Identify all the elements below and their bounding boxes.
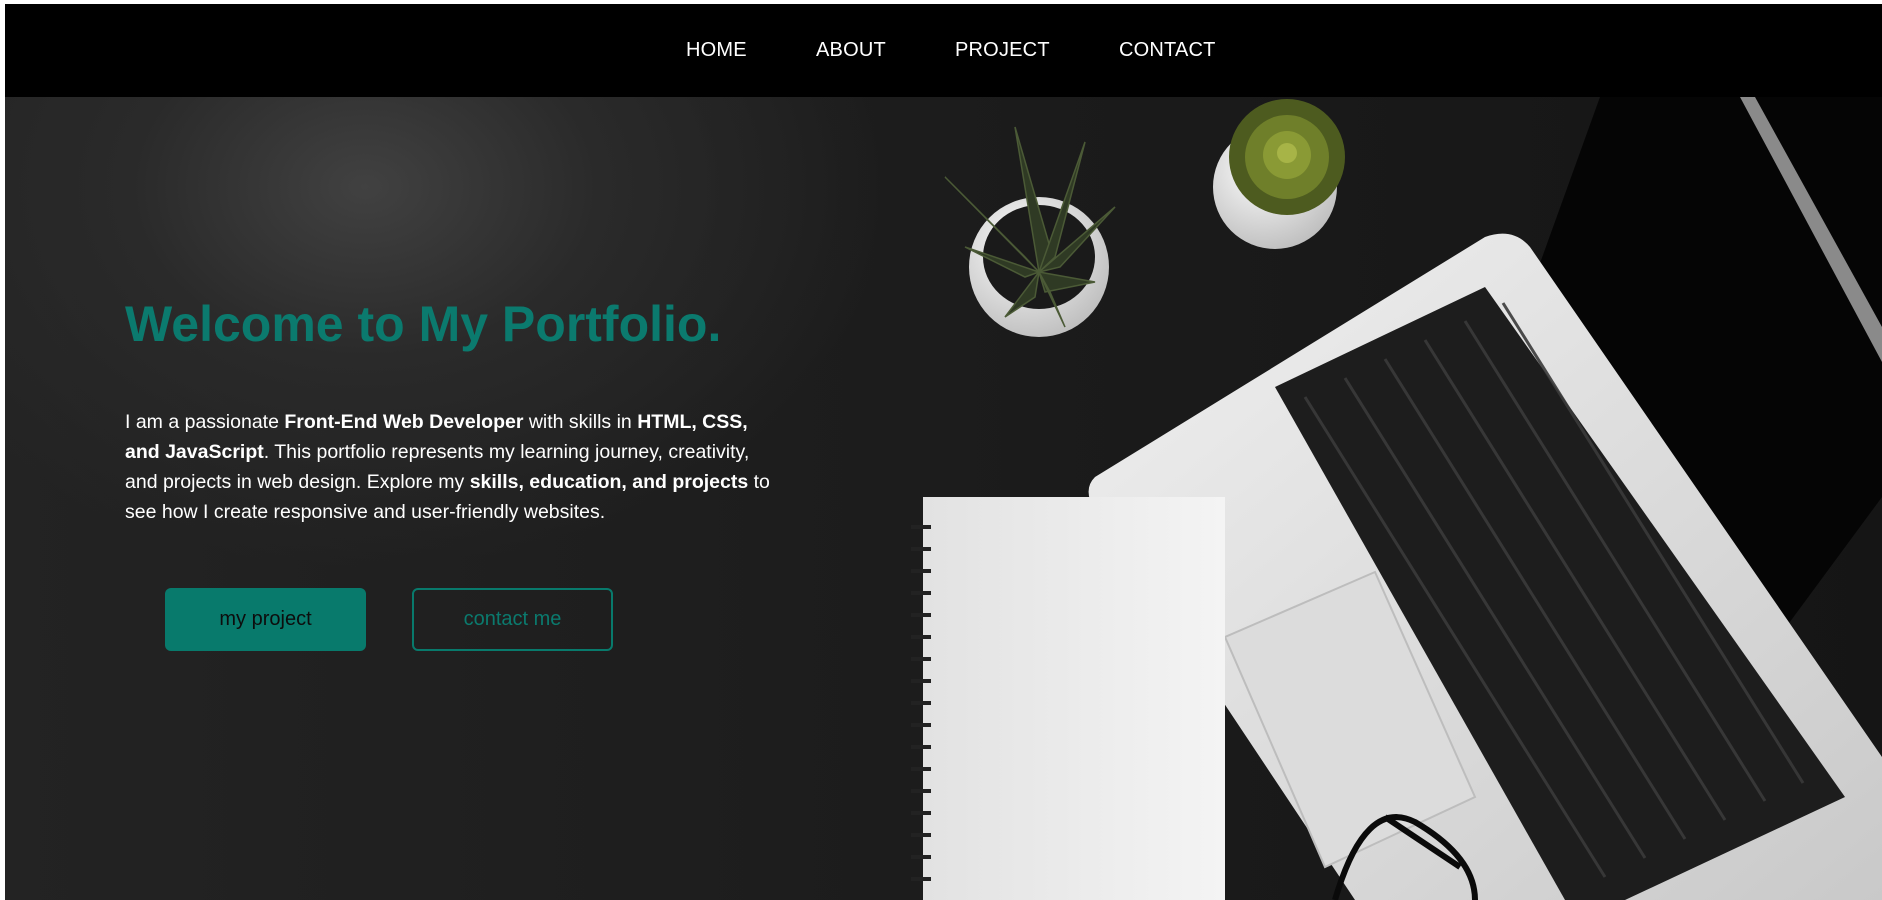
nav-contact-link[interactable]: CONTACT (1119, 39, 1216, 62)
intro-text-1: I am a passionate (125, 411, 285, 433)
hero-intro-text: I am a passionate Front-End Web Develope… (125, 407, 785, 527)
succulent-plant-icon (1213, 99, 1345, 249)
nav-project-link[interactable]: PROJECT (955, 39, 1050, 62)
hero-section: Welcome to My Portfolio. I am a passiona… (5, 97, 1882, 900)
contact-me-button[interactable]: contact me (412, 588, 613, 651)
intro-text-2: with skills in (523, 411, 638, 433)
hero-title: Welcome to My Portfolio. (125, 296, 722, 352)
my-project-button[interactable]: my project (165, 588, 366, 651)
nav-home-link[interactable]: HOME (686, 39, 747, 62)
notebook-icon (911, 497, 1225, 900)
top-navbar: HOME ABOUT PROJECT CONTACT (5, 4, 1882, 97)
succulent-plant-icon (944, 126, 1116, 337)
intro-bold-role: Front-End Web Developer (284, 411, 524, 433)
nav-about-link[interactable]: ABOUT (816, 39, 886, 62)
page-frame: HOME ABOUT PROJECT CONTACT Welcome to My… (5, 4, 1882, 900)
intro-bold-sections: skills, education, and projects (469, 471, 749, 493)
